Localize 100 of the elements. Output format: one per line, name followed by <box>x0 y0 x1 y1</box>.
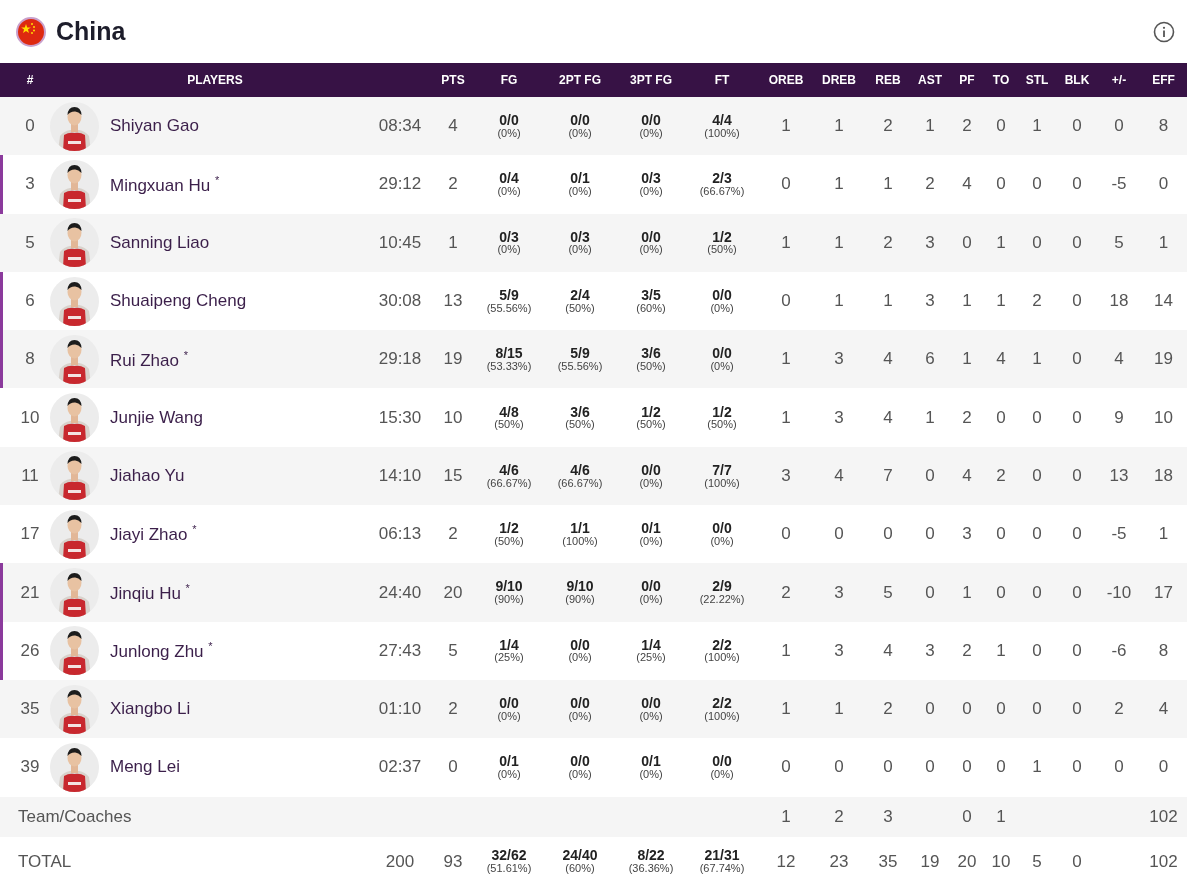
minutes: 01:10 <box>377 699 423 720</box>
stat-value: 3 <box>833 349 845 370</box>
player-name[interactable]: Jinqiu Hu $^{*}$ <box>110 581 190 604</box>
stat-value: 1 <box>780 640 792 661</box>
stat-value: 2 <box>882 699 894 720</box>
shot-percentage: (90%) <box>494 594 524 606</box>
stat-value: 1 <box>995 232 1007 253</box>
points: 4 <box>447 116 459 137</box>
stat-value: 3 <box>833 582 845 603</box>
shot-percentage: (0%) <box>568 127 592 140</box>
stat-value: 0 <box>1071 116 1083 137</box>
stat-value: 2 <box>961 640 973 661</box>
player-name[interactable]: Rui Zhao $^{*}$ <box>110 348 188 371</box>
stat-value: 0 <box>1157 174 1170 195</box>
player-name[interactable]: Jiahao Yu <box>110 465 185 486</box>
player-number: 11 <box>20 465 40 486</box>
player-number: 8 <box>24 349 36 370</box>
player-name[interactable]: Xiangbo Li <box>110 699 191 720</box>
column-header[interactable]: 3PT FG <box>618 73 684 87</box>
shots-made: 1/2 <box>712 404 732 420</box>
stat-value: 20 <box>956 851 978 872</box>
stat-value: 0 <box>780 174 792 195</box>
column-header[interactable]: FT <box>684 73 760 87</box>
column-header[interactable]: PLAYERS <box>60 73 370 87</box>
player-name[interactable]: Shiyan Gao <box>110 116 199 137</box>
shots-made: 0/0 <box>499 113 519 128</box>
shot-percentage: (53.33%) <box>486 360 532 373</box>
column-header[interactable]: DREB <box>812 73 866 87</box>
shots-made: 7/7 <box>712 462 732 478</box>
info-icon[interactable] <box>1153 20 1175 43</box>
column-header[interactable]: AST <box>910 73 950 87</box>
column-header[interactable]: BLK <box>1056 73 1098 87</box>
shots-made: 0/0 <box>570 113 590 128</box>
stat-value: 0 <box>833 757 845 778</box>
shot-percentage: (0%) <box>639 244 663 256</box>
stat-value: 0 <box>1031 524 1043 545</box>
shot-percentage: (0%) <box>568 769 592 781</box>
player-name[interactable]: Jiayi Zhao $^{*}$ <box>110 523 197 546</box>
stat-value: 2 <box>1113 699 1125 720</box>
shot-percentage: (0%) <box>639 127 663 140</box>
stat-value: 0 <box>1071 757 1083 778</box>
column-header[interactable]: 2PT FG <box>542 73 618 87</box>
stat-value: 0 <box>780 757 792 778</box>
points: 19 <box>442 349 464 370</box>
shot-percentage: (0%) <box>497 186 521 198</box>
stat-value: 0 <box>995 174 1007 195</box>
stat-value: 1 <box>961 582 973 603</box>
column-header[interactable]: STL <box>1018 73 1056 87</box>
shot-percentage: (0%) <box>710 360 734 373</box>
points: 0 <box>447 757 459 778</box>
stat-value: 1 <box>780 699 792 720</box>
column-header[interactable]: TO <box>984 73 1018 87</box>
shot-percentage: (0%) <box>497 710 521 723</box>
shot-percentage: (55.56%) <box>557 360 603 373</box>
player-name[interactable]: Sanning Liao <box>110 232 210 253</box>
player-name[interactable]: Shuaipeng Cheng <box>110 291 247 312</box>
shots-made: 0/0 <box>712 346 732 361</box>
column-header[interactable]: FG <box>476 73 542 87</box>
points: 15 <box>442 465 464 486</box>
stat-value: -6 <box>1110 640 1128 661</box>
stat-value: -5 <box>1110 174 1128 195</box>
stat-value: 0 <box>1071 699 1083 720</box>
stat-value: 2 <box>882 232 894 253</box>
shot-percentage: (100%) <box>704 652 740 664</box>
column-header[interactable]: # <box>0 73 60 87</box>
stat-value: 102 <box>1148 806 1179 827</box>
shots-made: 8/22 <box>637 848 665 864</box>
player-name[interactable]: Meng Lei <box>110 757 180 778</box>
stat-value: 0 <box>961 757 973 778</box>
player-name[interactable]: Mingxuan Hu $^{*}$ <box>110 173 220 196</box>
shots-made: 1/1 <box>570 521 590 536</box>
column-header[interactable]: REB <box>866 73 910 87</box>
shots-made: 0/0 <box>712 287 732 303</box>
shots-made: 0/0 <box>570 754 590 769</box>
stat-value: 18 <box>1108 291 1130 312</box>
column-header[interactable]: PTS <box>430 73 476 87</box>
column-header[interactable]: PF <box>950 73 984 87</box>
shots-made: 0/0 <box>641 579 661 595</box>
column-header[interactable]: EFF <box>1140 73 1187 87</box>
stat-value: 1 <box>1157 232 1170 253</box>
stat-value: 1 <box>780 232 792 253</box>
stat-value: 0 <box>924 465 936 486</box>
shots-made: 3/5 <box>641 287 661 303</box>
column-header[interactable]: +/- <box>1098 73 1140 87</box>
player-name[interactable]: Junlong Zhu $^{*}$ <box>110 640 213 662</box>
stat-value: 0 <box>1071 291 1083 312</box>
shots-made: 21/31 <box>704 848 740 864</box>
flag-icon <box>16 16 46 47</box>
stat-value: 3 <box>961 524 973 545</box>
shot-percentage: (66.67%) <box>486 477 532 490</box>
player-number: 21 <box>19 582 41 603</box>
stat-value: 0 <box>961 806 973 827</box>
minutes: 29:18 <box>377 349 423 370</box>
stat-value: 1 <box>924 407 936 428</box>
shot-percentage: (100%) <box>704 127 740 140</box>
player-number: 10 <box>19 407 41 428</box>
stat-value: 1 <box>995 806 1007 827</box>
player-name[interactable]: Junjie Wang <box>110 407 203 428</box>
column-header[interactable]: OREB <box>760 73 812 87</box>
shot-percentage: (0%) <box>497 244 521 256</box>
